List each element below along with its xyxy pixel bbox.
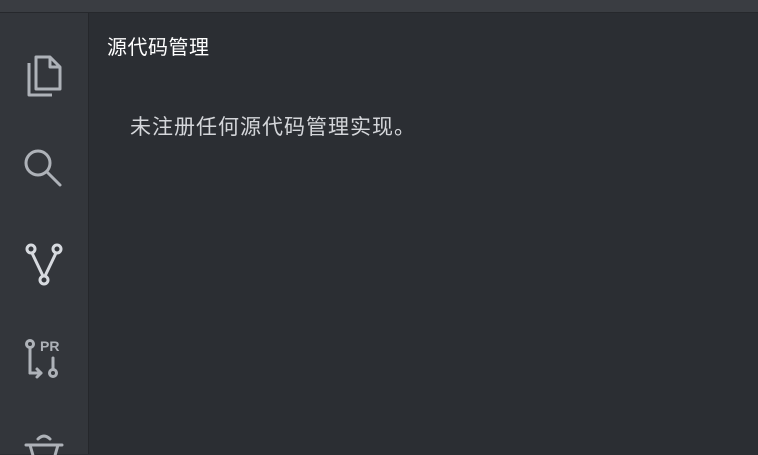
pr-badge: PR <box>40 338 59 354</box>
pull-request-icon: PR <box>25 338 59 379</box>
activity-pull-requests[interactable]: PR <box>0 319 88 399</box>
empty-state-message: 未注册任何源代码管理实现。 <box>130 115 416 139</box>
search-icon <box>24 149 62 187</box>
activity-extensions[interactable] <box>0 407 88 455</box>
activity-explorer[interactable] <box>0 33 88 113</box>
activity-search[interactable] <box>0 129 88 209</box>
extensions-icon <box>24 434 64 455</box>
source-control-icon <box>25 243 63 286</box>
files-icon <box>27 55 62 97</box>
activity-bar: PR <box>0 13 89 455</box>
activity-source-control[interactable] <box>0 225 88 305</box>
panel-title: 源代码管理 <box>107 35 210 59</box>
source-control-panel: 源代码管理 未注册任何源代码管理实现。 <box>89 13 758 454</box>
title-bar <box>0 0 758 13</box>
